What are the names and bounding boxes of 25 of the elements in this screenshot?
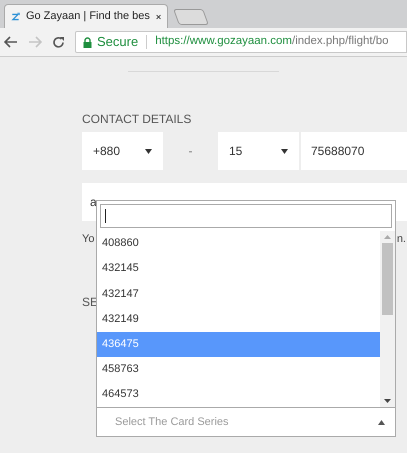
tab-title: Go Zayaan | Find the bes xyxy=(26,9,150,24)
reload-icon[interactable] xyxy=(52,36,65,48)
scroll-up-icon[interactable] xyxy=(384,235,391,239)
forward-icon[interactable] xyxy=(28,36,42,48)
note-text: Yo xyxy=(82,232,94,247)
caret-icon xyxy=(281,148,288,154)
address-bar[interactable]: Secure https://www.gozayaan.com/index.php/flight/bo xyxy=(75,31,407,53)
operator-code-select[interactable]: 15 xyxy=(218,132,299,170)
scrollbar[interactable] xyxy=(380,231,395,407)
note-text: n. xyxy=(396,232,406,247)
new-tab-button[interactable] xyxy=(173,9,209,25)
phone-field[interactable]: 75688070 xyxy=(301,132,407,170)
section-heading: CONTACT DETAILS xyxy=(82,111,192,126)
caret-icon xyxy=(145,148,152,154)
browser-tab[interactable]: Go Zayaan | Find the bes xyxy=(4,4,168,28)
search-field[interactable] xyxy=(100,204,392,228)
back-icon[interactable] xyxy=(4,36,18,48)
url-text: https://www.gozayaan.com/index.php/flight/bo xyxy=(155,34,389,50)
scroll-down-icon[interactable] xyxy=(384,399,391,403)
country-code-select[interactable]: +880 xyxy=(82,132,163,170)
caret-icon xyxy=(378,420,385,424)
lock-icon xyxy=(83,36,92,48)
separator: - xyxy=(188,143,194,160)
close-icon[interactable] xyxy=(156,12,161,20)
secure-label: Secure xyxy=(97,33,138,52)
